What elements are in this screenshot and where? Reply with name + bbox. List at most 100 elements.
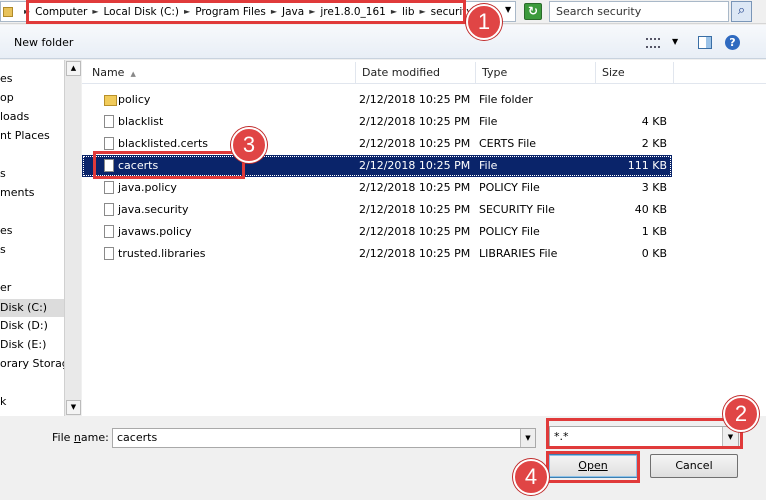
file-name: blacklisted.certs (118, 137, 208, 150)
file-date: 2/12/2018 10:25 PM (359, 159, 471, 172)
new-folder-button[interactable]: New folder (14, 36, 73, 49)
file-name: java.security (118, 203, 189, 216)
chevron-right-icon[interactable]: ► (92, 7, 98, 16)
file-row[interactable]: java.security 2/12/2018 10:25 PM SECURIT… (82, 199, 672, 221)
file-type: File (479, 115, 498, 128)
file-name: javaws.policy (118, 225, 192, 238)
file-row[interactable]: policy 2/12/2018 10:25 PM File folder (82, 89, 672, 111)
annotation-marker-1: 1 (466, 4, 502, 40)
file-icon (104, 159, 114, 172)
folder-icon (3, 6, 13, 17)
file-size: 2 KB (641, 137, 667, 150)
refresh-icon[interactable]: ↻ (524, 3, 542, 20)
address-dropdown-icon[interactable]: ▼ (505, 5, 511, 14)
nav-item[interactable]: Disk (E:) (0, 338, 46, 351)
file-date: 2/12/2018 10:25 PM (359, 93, 471, 106)
folder-icon (104, 95, 117, 106)
address-bar[interactable]: ► Computer ► Local Disk (C:) ► Program File… (0, 1, 516, 22)
breadcrumb-jre[interactable]: jre1.8.0_161 (320, 6, 385, 18)
file-list: Name ▲ Date modified Type Size policy 2/1… (82, 60, 766, 416)
column-header-date[interactable]: Date modified (356, 62, 476, 84)
scroll-down-icon[interactable]: ▼ (66, 400, 81, 415)
open-button[interactable]: Open (548, 454, 638, 478)
dialog-footer: File name: cacerts ▼ *.* ▼ Open Cancel (0, 416, 766, 500)
file-icon (104, 247, 114, 260)
scroll-up-icon[interactable]: ▲ (66, 61, 81, 76)
chevron-right-icon[interactable]: ► (420, 7, 426, 16)
chevron-down-icon[interactable]: ▼ (672, 37, 678, 46)
file-icon (104, 115, 114, 128)
chevron-right-icon[interactable]: ► (309, 7, 315, 16)
file-row[interactable]: blacklist 2/12/2018 10:25 PM File 4 KB (82, 111, 672, 133)
column-header-type[interactable]: Type (476, 62, 596, 84)
nav-item[interactable]: es (0, 224, 13, 237)
file-date: 2/12/2018 10:25 PM (359, 225, 471, 238)
file-size: 3 KB (641, 181, 667, 194)
nav-item[interactable]: er (0, 281, 11, 294)
file-name-input[interactable]: cacerts (112, 428, 536, 448)
nav-item-local-disk-c[interactable]: Disk (C:) (0, 299, 64, 317)
nav-item[interactable]: ments (0, 186, 35, 199)
chevron-right-icon[interactable]: ► (271, 7, 277, 16)
preview-pane-icon[interactable] (698, 36, 712, 49)
address-row: ► Computer ► Local Disk (C:) ► Program File… (0, 0, 766, 24)
file-row-selected[interactable]: cacerts 2/12/2018 10:25 PM File 111 KB (82, 155, 672, 177)
breadcrumb-program-files[interactable]: Program Files (195, 6, 266, 18)
annotation-marker-4: 4 (513, 459, 549, 495)
file-icon (104, 181, 114, 194)
annotation-marker-3: 3 (231, 127, 267, 163)
file-type: LIBRARIES File (479, 247, 558, 260)
nav-item[interactable]: orary Storage (0, 357, 64, 370)
nav-item[interactable]: nt Places (0, 129, 50, 142)
chevron-right-icon[interactable]: ► (24, 7, 30, 16)
chevron-down-icon[interactable]: ▼ (520, 429, 535, 447)
file-row[interactable]: trusted.libraries 2/12/2018 10:25 PM LIB… (82, 243, 672, 265)
file-date: 2/12/2018 10:25 PM (359, 137, 471, 150)
file-name: java.policy (118, 181, 177, 194)
sort-caret-icon: ▲ (130, 70, 136, 78)
file-row[interactable]: javaws.policy 2/12/2018 10:25 PM POLICY … (82, 221, 672, 243)
nav-item[interactable]: s (0, 243, 6, 256)
file-row[interactable]: blacklisted.certs 2/12/2018 10:25 PM CER… (82, 133, 672, 155)
file-date: 2/12/2018 10:25 PM (359, 115, 471, 128)
nav-item[interactable]: s (0, 167, 6, 180)
file-icon (104, 225, 114, 238)
breadcrumb-java[interactable]: Java (282, 6, 304, 18)
file-size: 111 KB (627, 159, 667, 172)
file-date: 2/12/2018 10:25 PM (359, 203, 471, 216)
nav-item[interactable]: op (0, 91, 14, 104)
breadcrumb-local-disk[interactable]: Local Disk (C:) (104, 6, 180, 18)
file-type: File (479, 159, 498, 172)
nav-item[interactable]: loads (0, 110, 29, 123)
column-header-name[interactable]: Name ▲ (86, 62, 356, 84)
breadcrumb-computer[interactable]: Computer (35, 6, 87, 18)
annotation-marker-2: 2 (723, 396, 759, 432)
breadcrumb-lib[interactable]: lib (402, 6, 415, 18)
view-options-icon[interactable] (646, 38, 660, 48)
file-date: 2/12/2018 10:25 PM (359, 181, 471, 194)
file-type-select[interactable]: *.* (549, 426, 739, 448)
navigation-pane: es op loads nt Places s ments es s er Di… (0, 60, 64, 416)
file-size: 4 KB (641, 115, 667, 128)
file-icon (104, 203, 114, 216)
file-date: 2/12/2018 10:25 PM (359, 247, 471, 260)
file-row[interactable]: java.policy 2/12/2018 10:25 PM POLICY Fi… (82, 177, 672, 199)
file-type: POLICY File (479, 181, 540, 194)
nav-item[interactable]: k (0, 395, 6, 408)
nav-scrollbar[interactable]: ▲ ▼ (64, 60, 81, 416)
file-name-label: File name: (52, 431, 109, 444)
search-icon[interactable]: ⌕ (731, 1, 752, 22)
column-header-size[interactable]: Size (596, 62, 674, 84)
chevron-right-icon[interactable]: ► (184, 7, 190, 16)
search-input[interactable]: Search security (549, 1, 729, 22)
file-type: File folder (479, 93, 533, 106)
file-type: SECURITY File (479, 203, 555, 216)
nav-item[interactable]: es (0, 72, 13, 85)
file-size (597, 89, 667, 111)
nav-item[interactable]: Disk (D:) (0, 319, 48, 332)
toolbar: New folder ▼ ? (0, 25, 766, 59)
chevron-right-icon[interactable]: ► (391, 7, 397, 16)
help-icon[interactable]: ? (725, 35, 740, 50)
file-icon (104, 137, 114, 150)
cancel-button[interactable]: Cancel (650, 454, 738, 478)
